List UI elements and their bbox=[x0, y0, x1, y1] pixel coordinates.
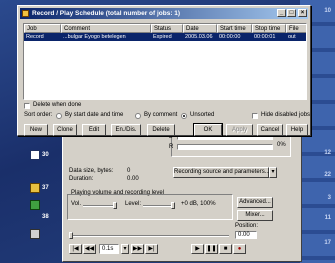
desktop-icon-label: 30 bbox=[42, 152, 49, 158]
forward-button[interactable]: ▶▶ bbox=[131, 244, 144, 254]
sort-order-label: Sort order: bbox=[24, 112, 53, 118]
maximize-icon[interactable]: □ bbox=[287, 9, 296, 17]
calendar-number: 10 bbox=[324, 8, 331, 14]
data-size-label: Data size, bytes: bbox=[69, 168, 114, 174]
table-row[interactable]: Record ...bulgar Eyogo betelegen Expired… bbox=[24, 33, 306, 41]
delete-when-done-checkbox[interactable] bbox=[24, 103, 30, 109]
column-header-start-time[interactable]: Start time bbox=[217, 24, 252, 33]
hide-disabled-checkbox[interactable] bbox=[252, 113, 258, 119]
column-header-status[interactable]: Status bbox=[151, 24, 183, 33]
delete-when-done-label: Delete when done bbox=[33, 102, 82, 108]
position-label: Position: bbox=[235, 223, 259, 229]
position-field[interactable]: 0.00 bbox=[235, 231, 257, 239]
volume-label: Vol. bbox=[71, 201, 82, 207]
right-channel-meter bbox=[177, 144, 273, 150]
job-cell: Record bbox=[26, 34, 44, 40]
pause-button[interactable]: ❚❚ bbox=[205, 244, 218, 254]
status-cell: Expired bbox=[153, 34, 172, 40]
duration-value: 0.00 bbox=[127, 176, 139, 182]
gain-value: +0 dB, 100% bbox=[181, 201, 216, 207]
column-header-comment[interactable]: Comment bbox=[61, 24, 151, 33]
cancel-button[interactable]: Cancel bbox=[257, 124, 283, 136]
level-slider-track[interactable] bbox=[143, 205, 173, 207]
go-start-button[interactable]: |◀ bbox=[69, 244, 82, 254]
data-size-value: 0 bbox=[127, 168, 131, 174]
advanced-button[interactable]: Advanced... bbox=[237, 197, 273, 208]
dialog-title: Record / Play Schedule (total number of … bbox=[32, 10, 181, 17]
level-slider-thumb[interactable] bbox=[171, 202, 175, 209]
minimize-icon[interactable]: _ bbox=[277, 9, 286, 17]
file-cell: out bbox=[288, 34, 296, 40]
app-shortcut-icon[interactable] bbox=[30, 200, 40, 210]
enable-disable-button[interactable]: En./Dis. bbox=[111, 124, 141, 136]
schedule-app-icon bbox=[22, 10, 29, 17]
volume-slider-thumb[interactable] bbox=[113, 202, 117, 209]
calendar-number: 12 bbox=[324, 150, 331, 156]
desktop-icon-label: 38 bbox=[42, 214, 49, 220]
sort-by-comment-radio[interactable] bbox=[135, 113, 141, 119]
schedule-dialog: Record / Play Schedule (total number of … bbox=[17, 5, 311, 137]
jobs-list[interactable]: Job Comment Status Date Start time Stop … bbox=[23, 23, 307, 100]
column-header-stop-time[interactable]: Stop time bbox=[252, 24, 286, 33]
step-field[interactable]: 0.1s bbox=[99, 244, 119, 254]
source-dropdown-button[interactable]: ▾ bbox=[269, 167, 277, 178]
desktop-icon-label: 37 bbox=[42, 185, 49, 191]
column-header-date[interactable]: Date bbox=[183, 24, 217, 33]
step-spinner[interactable]: ▾ bbox=[121, 244, 129, 254]
record-button[interactable]: ● bbox=[233, 244, 246, 254]
calendar-number: 3 bbox=[327, 195, 331, 201]
calendar-number: 22 bbox=[324, 172, 331, 178]
stop-time-cell: 00:00:01 bbox=[254, 34, 276, 40]
dialog-title-bar[interactable]: Record / Play Schedule (total number of … bbox=[20, 8, 308, 19]
start-time-cell: 00:00:00 bbox=[219, 34, 241, 40]
apply-button[interactable]: Apply bbox=[226, 124, 253, 136]
position-value: 0.00 bbox=[238, 232, 250, 238]
clone-button[interactable]: Clone bbox=[53, 124, 77, 136]
volume-slider-track[interactable] bbox=[83, 205, 117, 207]
play-button[interactable]: ▶ bbox=[191, 244, 204, 254]
rewind-button[interactable]: ◀◀ bbox=[83, 244, 96, 254]
sort-unsorted-radio[interactable] bbox=[181, 113, 187, 119]
go-end-button[interactable]: ▶| bbox=[145, 244, 158, 254]
recording-source-button[interactable]: Recording source and parameters... bbox=[173, 167, 270, 178]
edit-button[interactable]: Edit bbox=[82, 124, 106, 136]
calendar-number: 11 bbox=[324, 215, 331, 221]
mixer-button[interactable]: Mixer... bbox=[237, 210, 273, 221]
meter-right-percent: 0% bbox=[277, 142, 286, 148]
hide-disabled-label: Hide disabled jobs bbox=[261, 112, 311, 118]
column-header-job[interactable]: Job bbox=[24, 24, 61, 33]
meter-right-label: R bbox=[169, 144, 174, 150]
position-slider-track[interactable] bbox=[69, 235, 229, 237]
help-button[interactable]: Help bbox=[286, 124, 308, 136]
date-cell: 2005.03.06 bbox=[185, 34, 213, 40]
desktop-shortcut-icon[interactable] bbox=[30, 150, 40, 160]
duration-label: Duration: bbox=[69, 176, 94, 182]
new-button[interactable]: New bbox=[24, 124, 48, 136]
volume-group-box bbox=[67, 194, 233, 220]
step-value: 0.1s bbox=[102, 246, 114, 252]
sort-unsorted-label: Unsorted bbox=[190, 112, 215, 118]
delete-button[interactable]: Delete bbox=[147, 124, 175, 136]
sort-by-date-label: By start date and time bbox=[65, 112, 124, 118]
calendar-number: 17 bbox=[324, 240, 331, 246]
comment-cell: ...bulgar Eyogo betelegen bbox=[63, 34, 126, 40]
position-slider-thumb[interactable] bbox=[69, 232, 73, 239]
file-shortcut-icon[interactable] bbox=[30, 229, 40, 239]
column-header-file[interactable]: File bbox=[286, 24, 306, 33]
sort-by-comment-label: By comment bbox=[144, 112, 178, 118]
sort-by-date-radio[interactable] bbox=[56, 113, 62, 119]
folder-icon[interactable] bbox=[30, 183, 40, 193]
level-label: Level: bbox=[125, 201, 142, 207]
close-icon[interactable]: × bbox=[298, 9, 307, 17]
stop-button[interactable]: ■ bbox=[219, 244, 232, 254]
ok-button[interactable]: OK bbox=[193, 123, 223, 137]
